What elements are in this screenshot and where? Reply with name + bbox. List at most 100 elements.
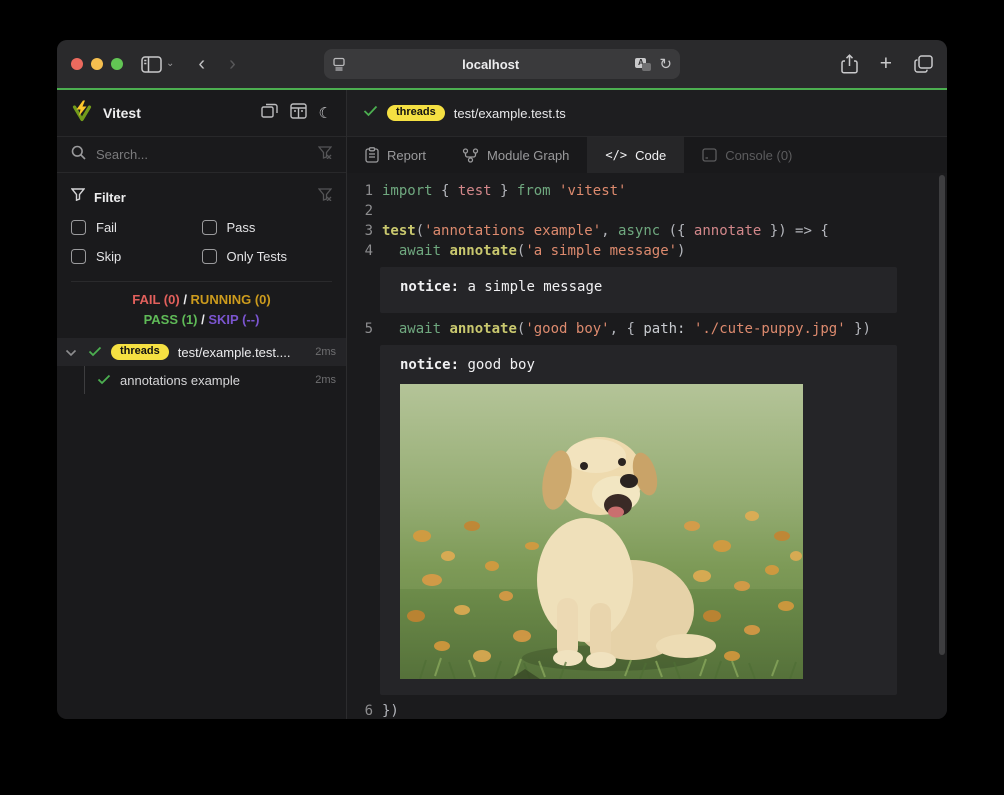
code-line: 5 await annotate('good boy', { path: './… — [347, 319, 947, 339]
tab-code[interactable]: </> Code — [587, 137, 684, 173]
running-count: RUNNING (0) — [191, 292, 271, 307]
pass-check-icon — [97, 373, 111, 388]
checkbox-fail[interactable]: Fail — [71, 213, 202, 242]
tab-module-graph[interactable]: Module Graph — [444, 137, 587, 173]
module-graph-icon — [462, 148, 479, 163]
url-text: localhost — [346, 57, 635, 72]
pool-badge: threads — [387, 105, 445, 121]
tab-report-label: Report — [387, 148, 426, 163]
dark-mode-toggle-icon[interactable]: ☾ — [319, 104, 332, 122]
sidebar: Vitest ☾ — [57, 90, 347, 719]
clear-search-filter-icon[interactable] — [318, 146, 332, 164]
tab-code-label: Code — [635, 148, 666, 163]
vertical-scrollbar[interactable] — [939, 175, 945, 655]
annotation-notice: notice: good boy — [380, 345, 897, 695]
file-header: threads test/example.test.ts — [347, 90, 947, 137]
sidebar-toggle-icon[interactable] — [141, 56, 162, 73]
address-bar[interactable]: localhost A ↻ — [324, 49, 680, 79]
panels-icon[interactable] — [261, 103, 278, 123]
test-case-duration: 2ms — [315, 374, 336, 386]
app-title: Vitest — [103, 105, 261, 121]
filter-icon — [71, 188, 85, 206]
traffic-lights — [71, 58, 123, 70]
line-number: 3 — [347, 221, 373, 241]
code-icon: </> — [605, 148, 627, 162]
tab-report[interactable]: Report — [347, 137, 444, 173]
only-tests-checkbox-label: Only Tests — [227, 249, 287, 264]
code-line: 4 await annotate('a simple message') — [347, 241, 947, 261]
test-file-name: test/example.test.... — [178, 345, 309, 360]
close-window-button[interactable] — [71, 58, 83, 70]
chevron-down-icon[interactable] — [65, 345, 77, 360]
skip-checkbox-box[interactable] — [71, 249, 86, 264]
new-tab-icon[interactable]: + — [880, 52, 892, 76]
search-placeholder: Search... — [96, 147, 318, 162]
filter-section: Filter Fail — [57, 173, 346, 282]
share-icon[interactable] — [841, 54, 858, 74]
tab-module-graph-label: Module Graph — [487, 148, 569, 163]
vitest-logo-icon — [71, 100, 93, 127]
only-tests-checkbox-box[interactable] — [202, 249, 217, 264]
code-line: 1import { test } from 'vitest' — [347, 181, 947, 201]
pass-checkbox-box[interactable] — [202, 220, 217, 235]
filter-title: Filter — [94, 190, 318, 205]
tab-overview-icon[interactable] — [914, 55, 933, 73]
sidebar-header: Vitest ☾ — [57, 90, 346, 137]
page-format-icon[interactable] — [332, 57, 346, 71]
zoom-window-button[interactable] — [111, 58, 123, 70]
checkbox-skip[interactable]: Skip — [71, 242, 202, 271]
annotation-notice: notice: a simple message — [380, 267, 897, 313]
test-status-summary: FAIL (0) / RUNNING (0) PASS (1) / SKIP (… — [57, 282, 346, 334]
test-file-row[interactable]: threads test/example.test.... 2ms — [57, 338, 346, 366]
clear-filter-icon[interactable] — [318, 188, 332, 206]
forward-icon[interactable]: › — [229, 54, 236, 74]
line-number: 5 — [347, 319, 373, 339]
code-line: 2 — [347, 201, 947, 221]
tab-console-label: Console (0) — [725, 148, 792, 163]
skip-count: SKIP (--) — [208, 312, 259, 327]
file-path: test/example.test.ts — [454, 106, 566, 121]
skip-checkbox-label: Skip — [96, 249, 121, 264]
pool-badge: threads — [111, 344, 169, 360]
reload-icon[interactable]: ↻ — [659, 55, 672, 73]
browser-window: ⌄ ‹ › localhost A ↻ — [57, 40, 947, 719]
dashboard-icon[interactable] — [290, 103, 307, 124]
checkbox-pass[interactable]: Pass — [202, 213, 333, 242]
minimize-window-button[interactable] — [91, 58, 103, 70]
code-line: 3test('annotations example', async ({ an… — [347, 221, 947, 241]
code-line: 6}) — [347, 701, 947, 719]
line-number: 6 — [347, 701, 373, 719]
code-viewer[interactable]: 1import { test } from 'vitest'23test('an… — [347, 173, 947, 719]
code-lines: 1import { test } from 'vitest'23test('an… — [347, 181, 947, 719]
pass-count: PASS (1) — [144, 312, 198, 327]
test-case-name: annotations example — [120, 373, 309, 388]
line-number: 2 — [347, 201, 373, 221]
pass-checkbox-label: Pass — [227, 220, 256, 235]
main-panel: threads test/example.test.ts Report — [347, 90, 947, 719]
report-icon — [365, 147, 379, 163]
status-separator: / — [198, 312, 209, 327]
puppy-image — [400, 384, 803, 679]
checkbox-only-tests[interactable]: Only Tests — [202, 242, 333, 271]
pass-check-icon — [88, 345, 102, 360]
search-bar[interactable]: Search... — [57, 137, 346, 173]
browser-toolbar: ⌄ ‹ › localhost A ↻ — [57, 40, 947, 88]
test-file-duration: 2ms — [315, 346, 336, 358]
line-number: 1 — [347, 181, 373, 201]
tab-console[interactable]: Console (0) — [684, 137, 810, 173]
status-separator: / — [180, 292, 191, 307]
sidebar-dropdown-chevron-icon[interactable]: ⌄ — [166, 59, 174, 69]
test-case-row[interactable]: annotations example 2ms — [57, 366, 346, 394]
fail-count: FAIL (0) — [132, 292, 179, 307]
line-number: 4 — [347, 241, 373, 261]
tree-indent-guide — [84, 366, 85, 394]
fail-checkbox-box[interactable] — [71, 220, 86, 235]
console-icon — [702, 148, 717, 162]
screen: ⌄ ‹ › localhost A ↻ — [0, 0, 1004, 795]
translate-icon[interactable]: A — [635, 58, 651, 71]
fail-checkbox-label: Fail — [96, 220, 117, 235]
pass-check-icon — [363, 104, 378, 122]
back-icon[interactable]: ‹ — [198, 54, 205, 74]
search-icon — [71, 145, 86, 165]
tab-bar: Report Module Graph </> Code — [347, 137, 947, 173]
